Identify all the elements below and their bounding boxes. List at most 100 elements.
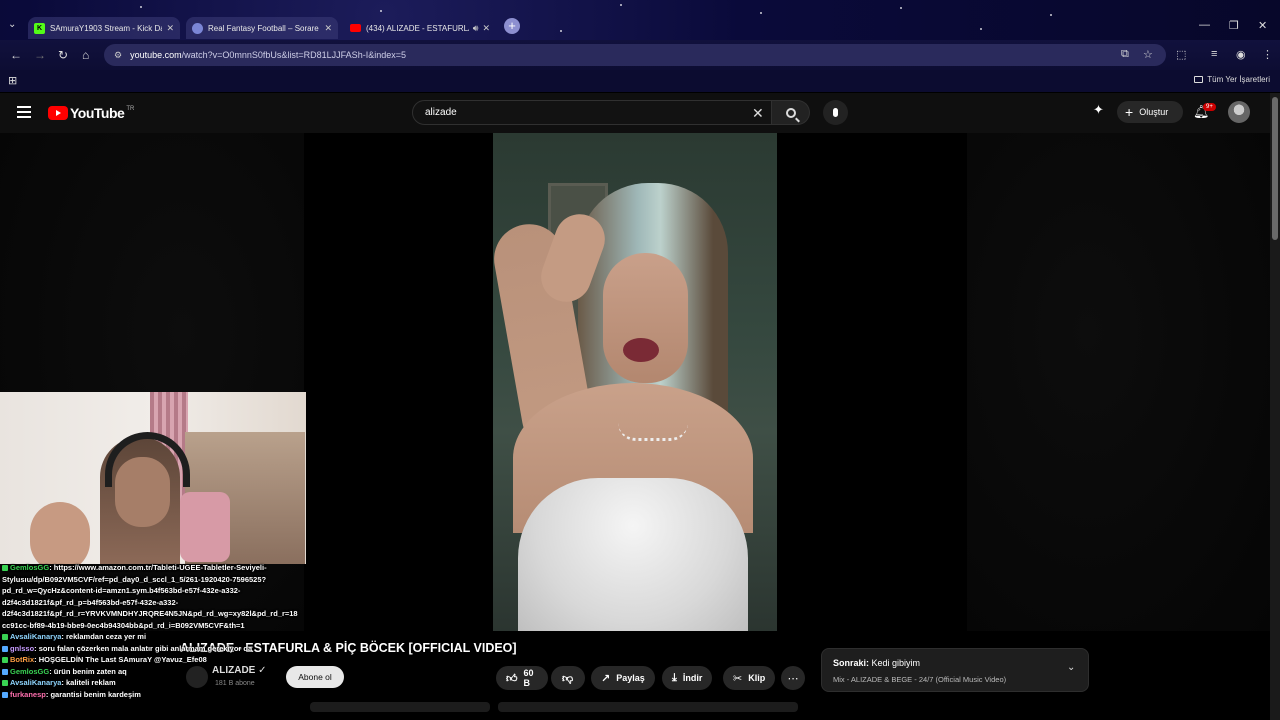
profile-icon[interactable]: ◉ — [1236, 48, 1246, 61]
browser-tab-youtube[interactable]: (434) ALIZADE - ESTAFURLA 🔊︎ ✕ — [344, 17, 496, 39]
chat-badge-icon — [2, 680, 8, 687]
chat-message: d2f4c3d1821f&pf_rd_p=b4f563bd-e57f-432e-… — [0, 597, 312, 609]
scrollbar-thumb[interactable] — [1272, 97, 1278, 240]
url-host: youtube.com — [130, 50, 182, 60]
youtube-wordmark: YouTube — [70, 105, 125, 121]
tab-close-icon[interactable]: ✕ — [324, 23, 332, 34]
chat-badge-icon — [2, 634, 8, 641]
site-info-icon[interactable]: ⚙ — [114, 50, 122, 61]
media-control-icon[interactable]: ≡ — [1211, 48, 1217, 60]
chat-text: : https://www.amazon.com.tr/Tableti-UGEE… — [49, 563, 267, 572]
hamburger-menu-icon[interactable] — [17, 106, 31, 121]
chat-text: : garantisi benim kardeşim — [45, 689, 141, 699]
back-icon[interactable]: ← — [10, 48, 22, 62]
bookmarks-bar — [0, 70, 1280, 92]
tab-title: SAmuraY1903 Stream - Kick Da — [50, 23, 163, 33]
tab-search-chevron-icon[interactable]: ⌄ — [8, 19, 16, 30]
create-label: Oluştur — [1139, 107, 1169, 117]
chat-message: d2f4c3d1821f&pf_rd_r=YRVKVMNDHYJRQRE4N5J… — [0, 608, 312, 620]
thumbs-up-icon: 👍︎ — [506, 672, 518, 685]
share-label: Paylaş — [616, 673, 645, 683]
chat-text: d2f4c3d1821f&pf_rd_p=b4f563bd-e57f-432e-… — [2, 597, 179, 607]
address-bar[interactable]: ⚙ youtube.com /watch?v=O0mnnS0fbUs&list=… — [104, 44, 1166, 66]
chat-message: gnlsso: soru falan çözerken mala anlatır… — [0, 643, 312, 655]
screen: ⌄ K SAmuraY1903 Stream - Kick Da ✕ Real … — [0, 0, 1280, 720]
youtube-play-icon — [48, 106, 68, 120]
chat-message: furkanesp: garantisi benim kardeşim — [0, 689, 312, 701]
chat-message: AvsaliKanarya: kaliteli reklam — [0, 677, 312, 689]
more-horizontal-icon: ⋯ — [787, 672, 799, 685]
country-code: TR — [126, 106, 135, 112]
thumbs-down-icon: 👎︎ — [562, 672, 574, 685]
tab-close-icon[interactable]: ✕ — [482, 23, 490, 34]
tab-audio-icon[interactable]: 🔊︎ — [473, 23, 479, 34]
all-bookmarks-folder[interactable]: Tüm Yer İşaretleri — [1194, 75, 1270, 84]
necklace — [618, 423, 688, 441]
white-dress — [518, 478, 748, 631]
clip-button[interactable]: ✂ Klip — [723, 666, 776, 690]
close-window-icon[interactable]: ✕ — [1258, 19, 1267, 32]
all-bookmarks-label: Tüm Yer İşaretleri — [1207, 75, 1270, 84]
install-app-icon[interactable]: ⧉ — [1121, 48, 1129, 61]
restore-icon[interactable]: ❐ — [1229, 19, 1239, 32]
chat-username: BotRix — [10, 655, 35, 664]
chat-username: furkanesp — [10, 689, 46, 699]
more-actions-button[interactable]: ⋯ — [781, 666, 805, 690]
chevron-down-icon[interactable]: ⌄ — [1067, 662, 1075, 673]
account-avatar[interactable] — [1228, 101, 1250, 123]
notification-badge: 9+ — [1203, 103, 1216, 111]
reload-icon[interactable]: ↻ — [58, 48, 68, 62]
forward-icon[interactable]: → — [34, 48, 46, 62]
bookmark-star-icon[interactable]: ☆ — [1143, 48, 1153, 61]
tab-close-icon[interactable]: ✕ — [166, 23, 174, 34]
new-tab-button[interactable]: + — [504, 18, 520, 34]
up-next-panel[interactable]: Sonraki: Kedi gibiyim Mix - ALIZADE & BE… — [821, 648, 1089, 692]
scissors-icon: ✂ — [733, 672, 743, 685]
chat-message: pd_rd_w=QycHz&content-id=amzn1.sym.b4f56… — [0, 585, 312, 597]
chat-text: : reklamdan ceza yer mi — [61, 632, 147, 641]
chat-text: : kaliteli reklam — [61, 678, 116, 687]
chat-text: pd_rd_w=QycHz&content-id=amzn1.sym.b4f56… — [2, 586, 241, 595]
placeholder-bar — [310, 702, 490, 712]
dislike-button[interactable]: 👎︎ — [551, 666, 585, 690]
chat-message: AvsaliKanarya: reklamdan ceza yer mi — [0, 631, 312, 643]
home-icon[interactable]: ⌂ — [82, 48, 89, 62]
download-button[interactable]: ⤓ İndir — [662, 666, 713, 690]
youtube-logo[interactable]: YouTube TR — [48, 105, 134, 121]
placeholder-bar — [498, 702, 798, 712]
stream-chat-overlay: GemlosGG: https://www.amazon.com.tr/Tabl… — [0, 562, 312, 720]
up-next-line: Sonraki: Kedi gibiyim — [833, 658, 920, 668]
chat-badge-icon — [2, 668, 8, 675]
browser-tab-sorare[interactable]: Real Fantasy Football – Sorare ✕ — [186, 17, 338, 39]
search-button[interactable] — [772, 100, 810, 125]
minimize-icon[interactable]: — — [1199, 19, 1210, 31]
browser-tab-kick[interactable]: K SAmuraY1903 Stream - Kick Da ✕ — [28, 17, 180, 39]
create-button[interactable]: + Oluştur — [1117, 101, 1183, 123]
youtube-icon — [350, 24, 361, 32]
extensions-icon[interactable]: ⬚ — [1176, 48, 1186, 61]
chat-text: cc91cc-bf89-4b19-bbe9-0ec4b94304bb&pd_rd… — [2, 620, 245, 630]
kick-icon: K — [34, 22, 45, 34]
chat-username: AvsaliKanarya — [10, 678, 62, 687]
clear-search-icon[interactable]: ✕ — [752, 105, 764, 122]
like-button[interactable]: 👍︎ 60 B — [496, 666, 548, 690]
up-next-mix: Mix - ALIZADE & BEGE - 24/7 (Official Mu… — [833, 675, 1007, 684]
mouth — [623, 338, 659, 362]
chat-username: gnlsso — [10, 643, 35, 653]
chat-text: : ürün benim zaten aq — [49, 666, 127, 676]
plus-icon: + — [1125, 104, 1134, 120]
share-button[interactable]: ↗ Paylaş — [591, 666, 655, 690]
tab-title: Real Fantasy Football – Sorare — [208, 23, 319, 33]
chat-message: Stylusıu/dp/B092VM5CVF/ref=pd_day0_d_scc… — [0, 574, 312, 586]
chat-text: Stylusıu/dp/B092VM5CVF/ref=pd_day0_d_scc… — [2, 574, 267, 584]
video-frame[interactable] — [493, 133, 777, 631]
voice-search-button[interactable] — [823, 100, 848, 125]
menu-kebab-icon[interactable]: ⋮ — [1262, 48, 1273, 61]
search-icon — [785, 107, 796, 118]
ai-sparkle-icon[interactable]: ✦ — [1093, 102, 1104, 118]
chat-badge-icon — [2, 691, 8, 698]
search-input[interactable] — [425, 107, 745, 118]
apps-grid-icon[interactable]: ⊞ — [8, 74, 17, 87]
streamer-hand — [30, 502, 90, 564]
microphone-arm — [180, 492, 230, 562]
